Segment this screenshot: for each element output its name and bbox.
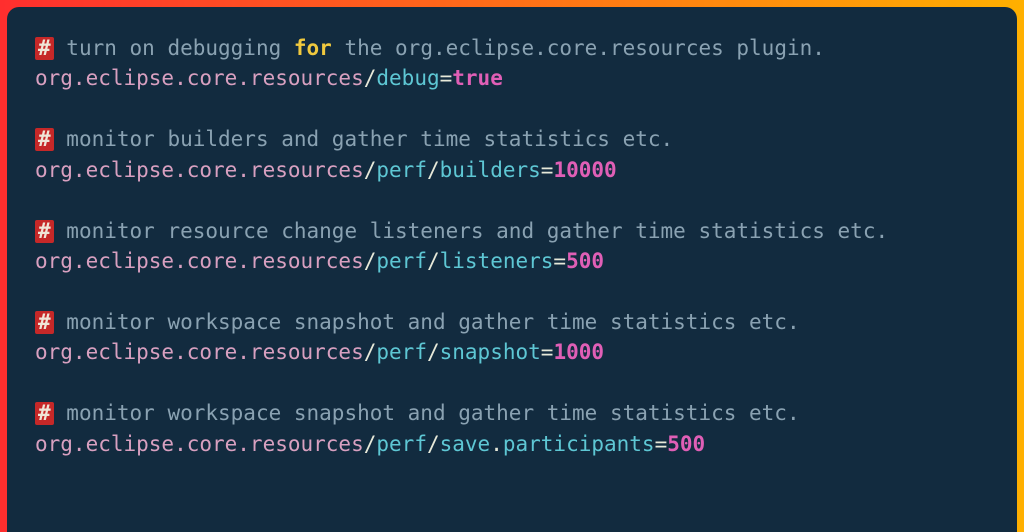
comment-line: # monitor workspace snapshot and gather … [35,401,800,425]
comment-line: # turn on debugging for the org.eclipse.… [35,36,825,60]
hash-icon: # [35,128,54,151]
hash-icon: # [35,311,54,334]
config-line: org.eclipse.core.resources/perf/save.par… [35,432,705,456]
hash-icon: # [35,37,54,60]
comment-line: # monitor builders and gather time stati… [35,127,673,151]
config-line: org.eclipse.core.resources/perf/listener… [35,249,604,273]
comment-line: # monitor resource change listeners and … [35,219,888,243]
config-line: org.eclipse.core.resources/perf/builders… [35,158,617,182]
config-line: org.eclipse.core.resources/debug=true [35,66,503,90]
code-block: # turn on debugging for the org.eclipse.… [35,33,989,459]
hash-icon: # [35,402,54,425]
config-line: org.eclipse.core.resources/perf/snapshot… [35,340,604,364]
hash-icon: # [35,220,54,243]
comment-line: # monitor workspace snapshot and gather … [35,310,800,334]
code-panel: # turn on debugging for the org.eclipse.… [7,7,1017,532]
